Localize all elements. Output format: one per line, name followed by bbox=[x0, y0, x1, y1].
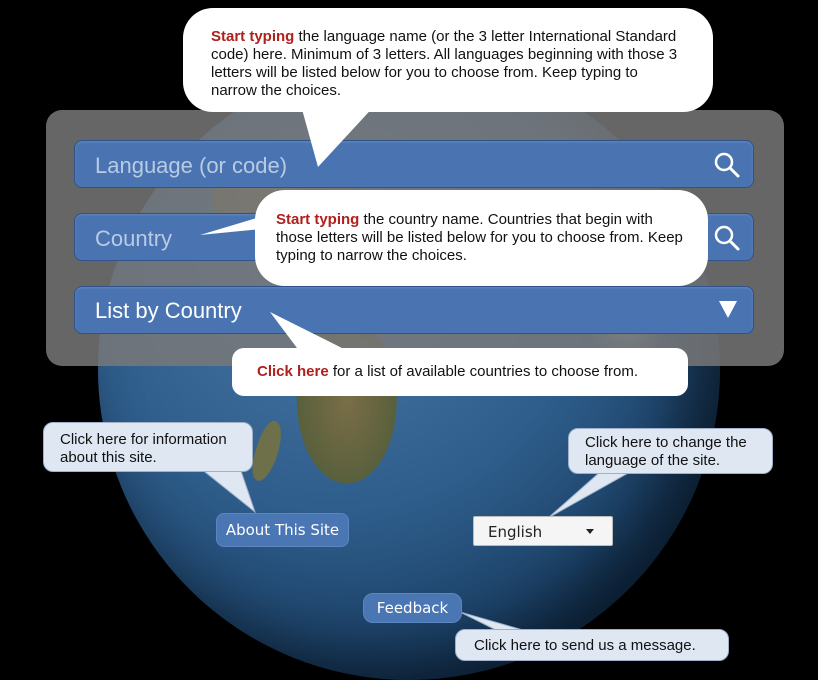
feedback-tip-bubble: Click here to send us a message. bbox=[455, 629, 729, 661]
feedback-tip-text: Click here to send us a message. bbox=[474, 637, 696, 654]
caret-down-icon bbox=[586, 529, 594, 534]
site-language-selected: English bbox=[488, 523, 543, 541]
feedback-button[interactable]: Feedback bbox=[363, 593, 462, 623]
site-language-tip-bubble: Click here to change the language of the… bbox=[568, 428, 773, 474]
list-tip-bubble: Click here for a list of available count… bbox=[232, 348, 688, 396]
about-tip-bubble: Click here for information about this si… bbox=[43, 422, 253, 472]
language-tip-bold: Start typing bbox=[211, 28, 295, 45]
country-tip-bold: Start typing bbox=[276, 211, 360, 228]
list-tip-text: for a list of available countries to cho… bbox=[328, 363, 639, 380]
about-tip-text: Click here for information about this si… bbox=[60, 431, 227, 466]
language-tip-bubble: Start typing the language name (or the 3… bbox=[183, 8, 713, 112]
list-tip-bold: Click here bbox=[257, 363, 329, 380]
country-tip-bubble: Start typing the country name. Countries… bbox=[255, 190, 708, 286]
about-this-site-button[interactable]: About This Site bbox=[216, 513, 349, 547]
site-language-select[interactable]: English bbox=[473, 516, 613, 546]
site-language-tip-text: Click here to change the language of the… bbox=[585, 434, 747, 469]
